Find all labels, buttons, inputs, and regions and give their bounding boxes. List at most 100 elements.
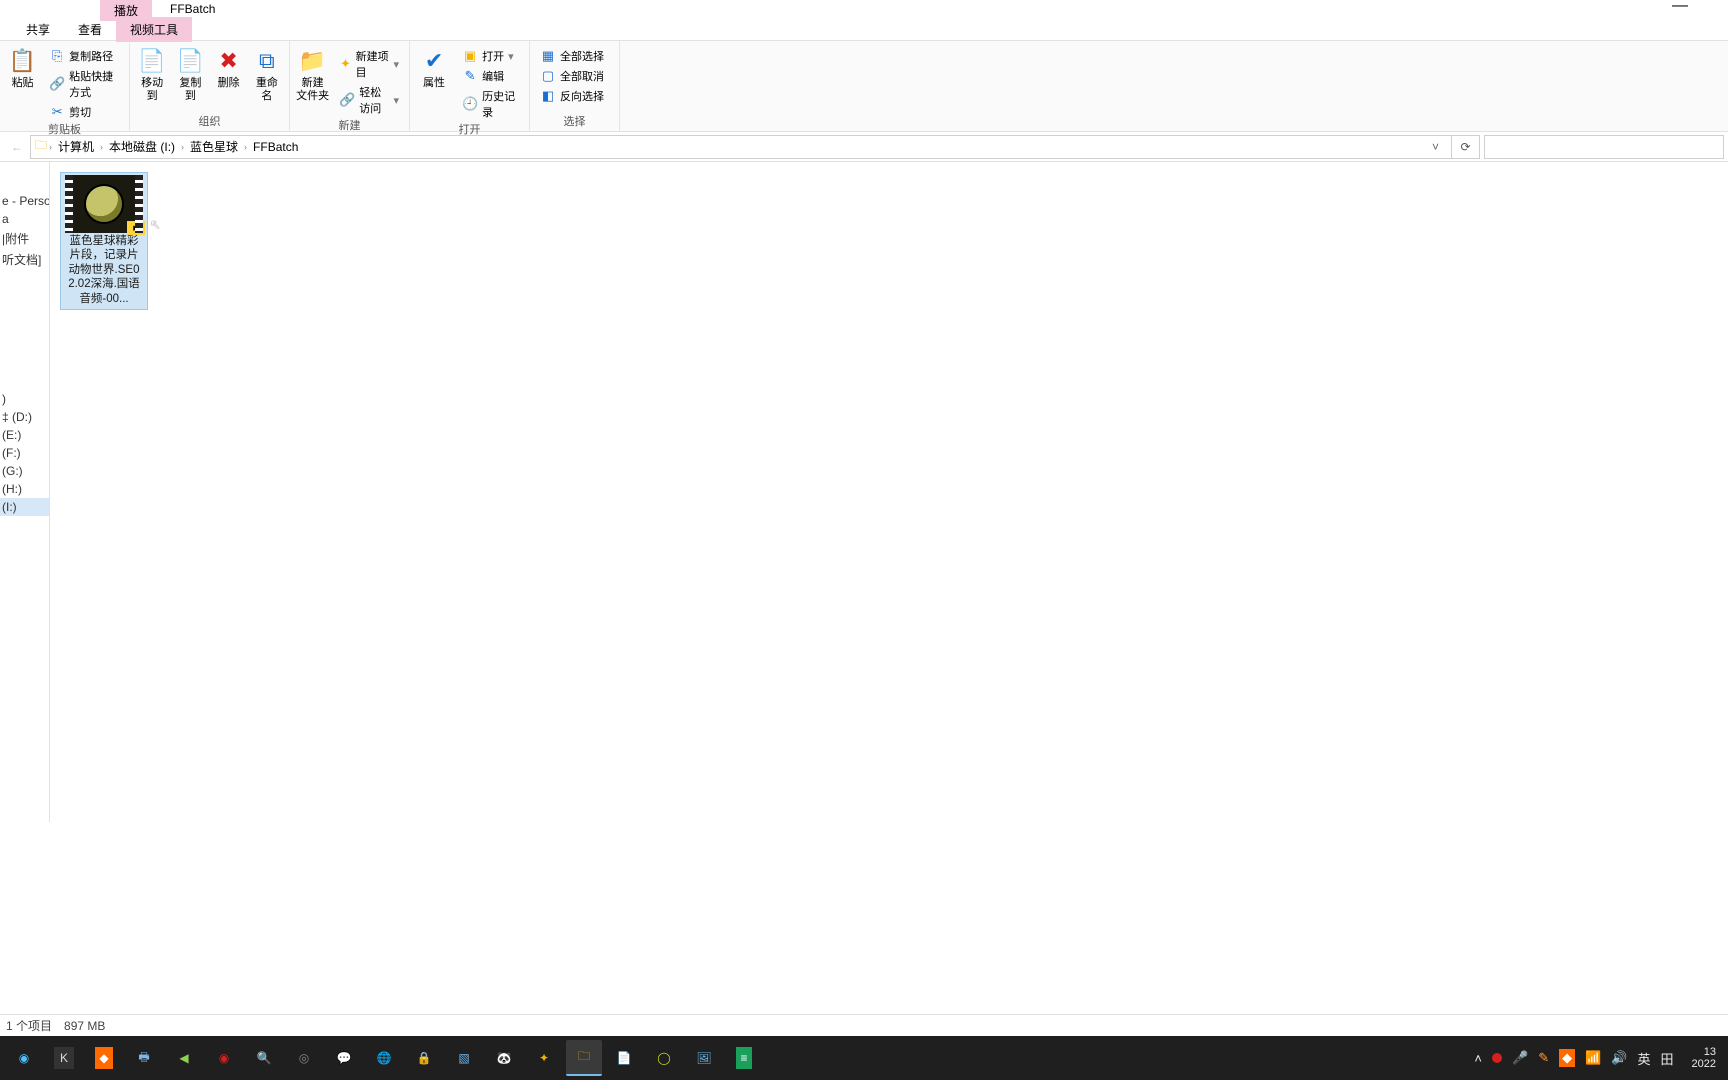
nav-item[interactable]: ) — [0, 390, 49, 408]
chevron-right-icon: › — [49, 142, 52, 152]
tab-share[interactable]: 共享 — [12, 17, 64, 42]
taskbar-clock[interactable]: 13 2022 — [1692, 1046, 1716, 1070]
contextual-tab-label: 播放 — [100, 0, 152, 21]
taskbar-app[interactable]: K — [46, 1040, 82, 1076]
ribbon-group-open: ✔ 属性 ▣ 打开▾ ✎ 编辑 🕘 历史记录 打开 — [410, 41, 530, 131]
notepad-icon: 📄 — [617, 1051, 632, 1065]
edit-button[interactable]: ✎ 编辑 — [458, 67, 523, 85]
status-item-count: 1 个项目 — [6, 1017, 52, 1034]
select-none-button[interactable]: ▢ 全部取消 — [536, 67, 608, 85]
taskbar-app[interactable]: 🔍 — [246, 1040, 282, 1076]
navigation-pane[interactable]: e - Persona a |附件 听文档] ) ‡ (D:) (E:) (F:… — [0, 162, 50, 822]
copy-to-button[interactable]: 📄 复制到 — [174, 43, 206, 102]
record-icon: ◉ — [219, 1051, 229, 1065]
taskbar-app[interactable]: 💬 — [326, 1040, 362, 1076]
file-item[interactable]: ▶ 蓝色星球精彩片段，记录片动物世界.SE02.02深海.国语音频-00... — [60, 172, 148, 310]
nav-item-selected[interactable]: (I:) — [0, 498, 49, 516]
delete-button[interactable]: ✖ 删除 — [213, 43, 245, 90]
taskbar-start-button[interactable]: ◉ — [6, 1040, 42, 1076]
breadcrumb-segment[interactable]: FFBatch — [249, 140, 302, 154]
nav-item[interactable]: (F:) — [0, 444, 49, 462]
nav-item[interactable]: a — [0, 210, 49, 228]
search-input[interactable] — [1484, 135, 1724, 159]
ribbon-tabs: 共享 查看 视频工具 — [0, 18, 1728, 40]
system-tray[interactable]: ˄ 🎤 ✎ ◆ 📶 🔊 英 田 13 2022 — [1474, 1046, 1722, 1070]
nav-item[interactable]: (G:) — [0, 462, 49, 480]
refresh-button[interactable]: ⟳ — [1452, 135, 1480, 159]
minimize-button[interactable]: — — [1662, 4, 1698, 20]
nav-item[interactable]: 听文档] — [0, 249, 49, 270]
easy-access-button[interactable]: 🔗 轻松访问▾ — [335, 83, 403, 117]
printer-icon: 🖶 — [138, 1048, 149, 1069]
breadcrumb-segment[interactable]: 蓝色星球 — [186, 138, 242, 155]
taskbar-app[interactable]: ◆ — [86, 1040, 122, 1076]
cut-button[interactable]: ✂ 剪切 — [45, 103, 123, 121]
open-button[interactable]: ▣ 打开▾ — [458, 47, 523, 65]
taskbar-app[interactable]: 🐼 — [486, 1040, 522, 1076]
new-item-icon: ✦ — [339, 56, 351, 72]
taskbar-app[interactable]: 🔒 — [406, 1040, 442, 1076]
folder-icon: 🗀 — [35, 136, 47, 157]
properties-button[interactable]: ✔ 属性 — [416, 43, 452, 90]
group-label-organize: 组织 — [136, 113, 283, 131]
folder-icon: 🗀 — [578, 1047, 590, 1068]
ribbon: 📋 粘贴 ⎘ 复制路径 🔗 粘贴快捷方式 ✂ 剪切 剪贴板 — [0, 40, 1728, 132]
copy-path-button[interactable]: ⎘ 复制路径 — [45, 47, 123, 65]
paste-button[interactable]: 📋 粘贴 — [6, 43, 39, 90]
move-to-icon: 📄 — [138, 47, 166, 75]
taskbar-app[interactable]: 🖶 — [126, 1040, 162, 1076]
rename-button[interactable]: ⧉ 重命名 — [251, 43, 283, 102]
tray-app-icon[interactable]: ◆ — [1559, 1049, 1575, 1067]
taskbar-explorer[interactable]: 🗀 — [566, 1040, 602, 1076]
taskbar-app[interactable]: ◯ — [646, 1040, 682, 1076]
breadcrumb-segment[interactable]: 本地磁盘 (I:) — [105, 138, 179, 155]
ime-mode-icon[interactable]: 田 — [1661, 1049, 1674, 1068]
nav-item[interactable]: (H:) — [0, 480, 49, 498]
address-box[interactable]: 🗀 › 计算机 › 本地磁盘 (I:) › 蓝色星球 › FFBatch ˅ — [30, 135, 1452, 159]
shortcut-icon: 🔗 — [49, 76, 65, 92]
select-all-button[interactable]: ▦ 全部选择 — [536, 47, 608, 65]
nav-item[interactable]: (E:) — [0, 426, 49, 444]
taskbar-app[interactable]: ◀ — [166, 1040, 202, 1076]
taskbar-app[interactable]: ≡ — [726, 1040, 762, 1076]
taskbar-app[interactable]: 📄 — [606, 1040, 642, 1076]
nav-back-button[interactable]: ← — [4, 140, 30, 154]
taskbar-app[interactable]: ◎ — [286, 1040, 322, 1076]
address-bar: ← 🗀 › 计算机 › 本地磁盘 (I:) › 蓝色星球 › FFBatch ˅… — [0, 132, 1728, 162]
new-folder-button[interactable]: 📁 新建文件夹 — [296, 43, 329, 102]
move-to-button[interactable]: 📄 移动到 — [136, 43, 168, 102]
taskbar-app[interactable]: ▧ — [446, 1040, 482, 1076]
taskbar-app[interactable]: 🖼 — [686, 1040, 722, 1076]
select-all-icon: ▦ — [540, 48, 556, 64]
clipboard-icon: 📋 — [9, 47, 37, 75]
cursor-icon: ↖ — [150, 217, 161, 233]
nav-item[interactable]: e - Persona — [0, 192, 49, 210]
chevron-right-icon: › — [181, 142, 184, 152]
new-item-button[interactable]: ✦ 新建项目▾ — [335, 47, 403, 81]
address-dropdown-button[interactable]: ˅ — [1424, 140, 1447, 154]
chevron-right-icon: › — [100, 142, 103, 152]
taskbar-app[interactable]: ◉ — [206, 1040, 242, 1076]
chevron-up-icon[interactable]: ˄ — [1474, 1051, 1482, 1066]
history-button[interactable]: 🕘 历史记录 — [458, 87, 523, 121]
file-list[interactable]: ▶ 蓝色星球精彩片段，记录片动物世界.SE02.02深海.国语音频-00... … — [50, 162, 1728, 822]
breadcrumb-segment[interactable]: 计算机 — [54, 138, 98, 155]
nav-item[interactable]: |附件 — [0, 228, 49, 249]
thumbnail-image — [84, 184, 124, 224]
app-icon: ◀ — [179, 1051, 188, 1065]
wifi-icon[interactable]: 📶 — [1585, 1050, 1601, 1066]
main-area: e - Persona a |附件 听文档] ) ‡ (D:) (E:) (F:… — [0, 162, 1728, 822]
nav-item[interactable]: ‡ (D:) — [0, 408, 49, 426]
pen-icon[interactable]: ✎ — [1538, 1050, 1549, 1066]
history-icon: 🕘 — [462, 96, 478, 112]
rename-icon: ⧉ — [253, 47, 281, 75]
taskbar-app[interactable]: ✦ — [526, 1040, 562, 1076]
invert-selection-button[interactable]: ◧ 反向选择 — [536, 87, 608, 105]
volume-icon[interactable]: 🔊 — [1611, 1050, 1627, 1066]
taskbar-app[interactable]: 🌐 — [366, 1040, 402, 1076]
paste-shortcut-button[interactable]: 🔗 粘贴快捷方式 — [45, 67, 123, 101]
mic-icon[interactable]: 🎤 — [1512, 1050, 1528, 1066]
app-icon: ≡ — [736, 1047, 751, 1069]
ime-language[interactable]: 英 — [1637, 1049, 1650, 1068]
app-icon: K — [54, 1047, 74, 1069]
